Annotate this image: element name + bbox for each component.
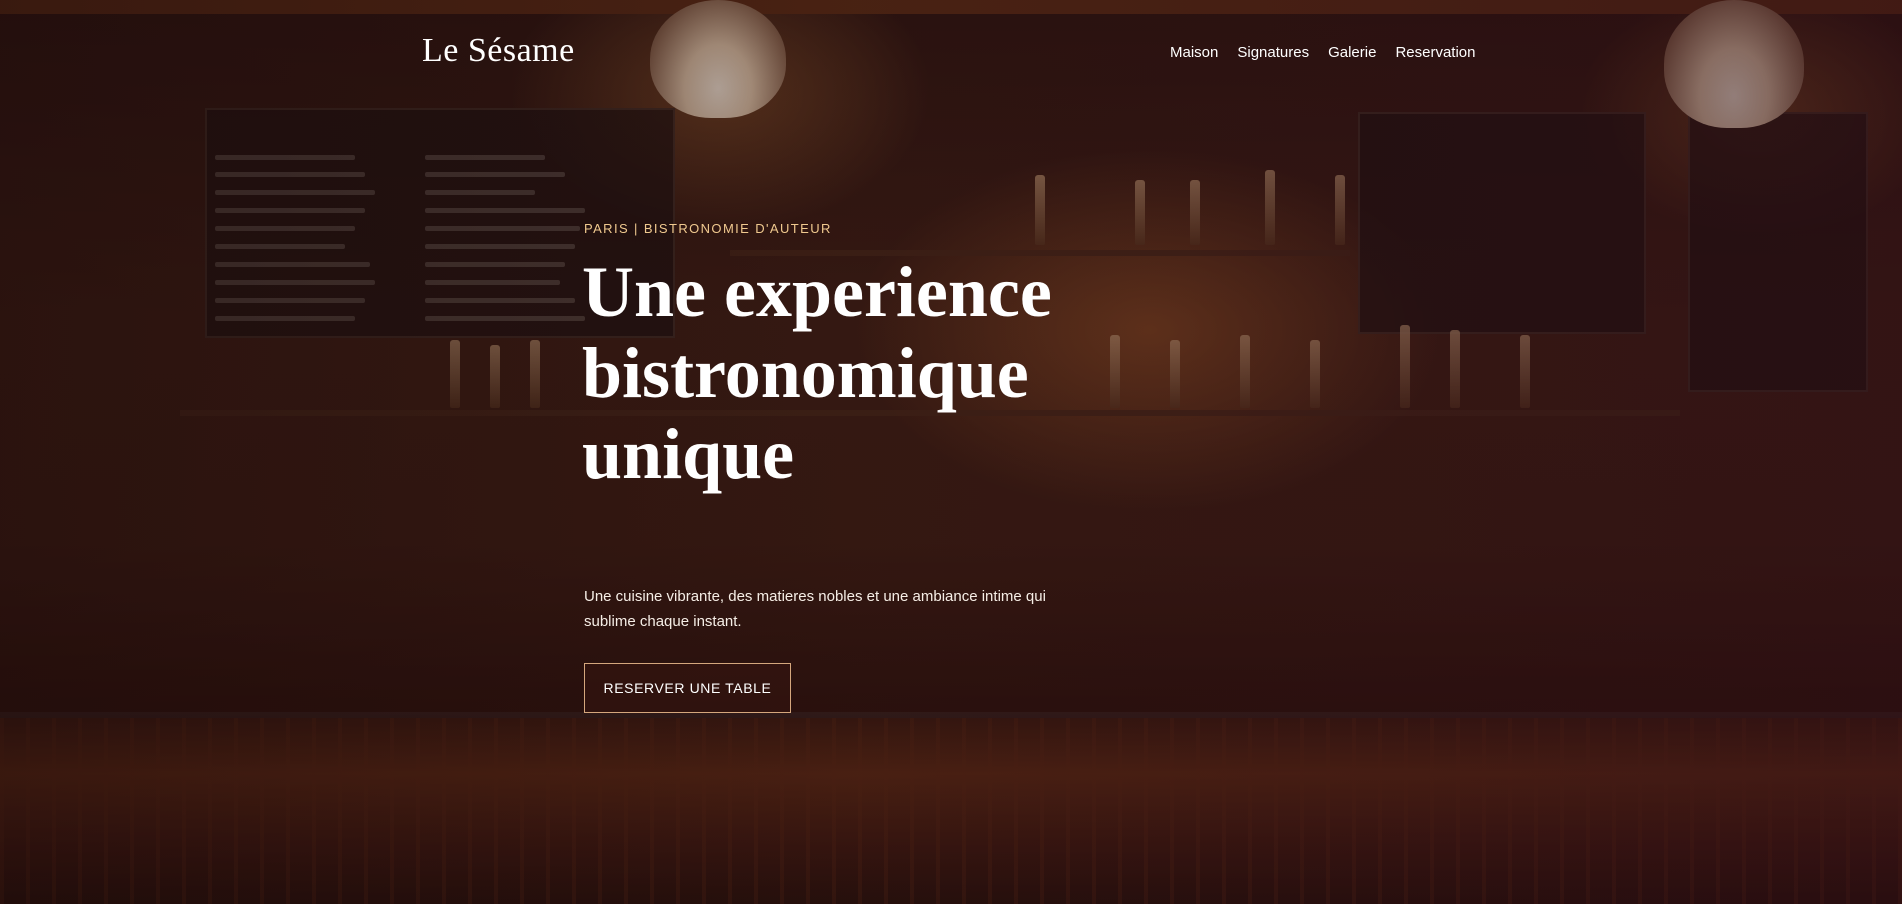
nav-item-signatures[interactable]: Signatures — [1237, 44, 1309, 61]
hero-eyebrow: PARIS | BISTRONOMIE D'AUTEUR — [584, 221, 832, 236]
hero-section: Le Sésame Maison Signatures Galerie Rese… — [0, 0, 1902, 904]
nav-item-reservation[interactable]: Reservation — [1395, 44, 1475, 61]
main-nav: Maison Signatures Galerie Reservation — [1170, 44, 1475, 61]
reserve-table-button[interactable]: RESERVER UNE TABLE — [584, 663, 791, 713]
nav-item-galerie[interactable]: Galerie — [1328, 44, 1376, 61]
hero-headline: Une experience bistronomique unique — [582, 252, 1052, 494]
site-logo[interactable]: Le Sésame — [422, 32, 575, 70]
hero-subtitle: Une cuisine vibrante, des matieres noble… — [584, 588, 1046, 630]
nav-item-maison[interactable]: Maison — [1170, 44, 1218, 61]
